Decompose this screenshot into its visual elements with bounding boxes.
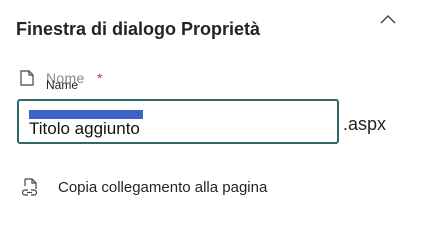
copy-link-button[interactable]: Copia collegamento alla pagina — [20, 174, 267, 200]
file-extension: .aspx — [343, 114, 387, 134]
panel-title: Finestra di dialogo Proprietà — [16, 19, 261, 39]
chevron-up-icon — [380, 15, 396, 24]
name-input[interactable] — [29, 119, 319, 139]
copy-link-label: Copia collegamento alla pagina — [58, 178, 268, 196]
required-marker: * — [97, 70, 103, 86]
page-icon — [20, 70, 34, 86]
collapse-button[interactable] — [378, 10, 398, 30]
name-input-container[interactable] — [17, 99, 339, 144]
text-selection-highlight — [29, 110, 143, 119]
name-label: Name — [46, 78, 79, 92]
link-page-icon — [21, 178, 38, 196]
